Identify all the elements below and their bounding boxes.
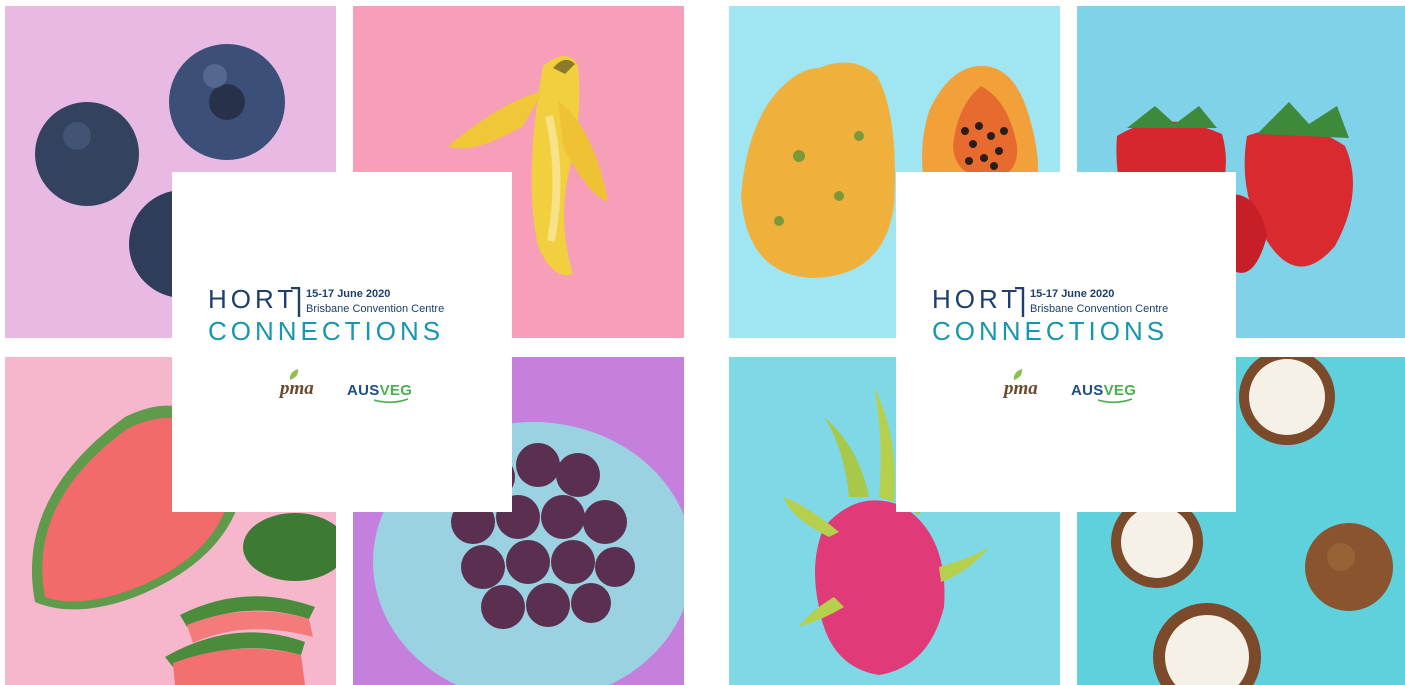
event-date: 15-17 June 2020 [306, 288, 391, 300]
hort-connections-logo: HORT CONNECTIONS 15-17 June 2020 Brisban… [932, 284, 1212, 348]
ausveg-logo: AUSVEG [1071, 382, 1136, 399]
logo-word-hort: HORT [932, 284, 1022, 314]
logo-word-connections: CONNECTIONS [208, 316, 445, 346]
ausveg-logo: AUSVEG [347, 382, 412, 399]
ausveg-swoosh-icon [1098, 398, 1132, 404]
hort-connections-logo: HORT CONNECTIONS 15-17 June 2020 Brisban… [208, 284, 488, 348]
sponsor-logos: pma AUSVEG [280, 368, 420, 408]
ausveg-logo-aus: AUS [1071, 382, 1104, 399]
promo-panel-left: HORT CONNECTIONS 15-17 June 2020 Brisban… [0, 0, 684, 685]
logo-word-connections: CONNECTIONS [932, 316, 1169, 346]
pma-logo: pma [1004, 378, 1038, 399]
pma-logo: pma [280, 378, 314, 399]
event-venue: Brisbane Convention Centre [1030, 303, 1169, 315]
ausveg-logo-veg: VEG [1103, 382, 1137, 399]
logo-word-hort: HORT [208, 284, 298, 314]
hort-connections-logo-card: HORT CONNECTIONS 15-17 June 2020 Brisban… [172, 172, 512, 512]
sponsor-logos: pma AUSVEG [1004, 368, 1144, 408]
ausveg-swoosh-icon [374, 398, 408, 404]
ausveg-logo-veg: VEG [379, 382, 413, 399]
event-date: 15-17 June 2020 [1030, 288, 1115, 300]
promo-panel-right: HORT CONNECTIONS 15-17 June 2020 Brisban… [724, 0, 1405, 685]
event-venue: Brisbane Convention Centre [306, 303, 445, 315]
ausveg-logo-aus: AUS [347, 382, 380, 399]
hort-connections-logo-card: HORT CONNECTIONS 15-17 June 2020 Brisban… [896, 172, 1236, 512]
